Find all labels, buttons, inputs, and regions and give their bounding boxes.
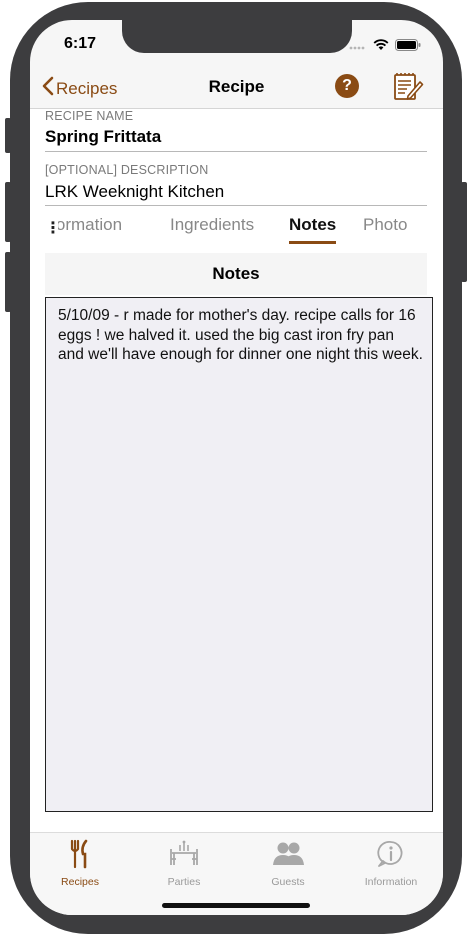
tab-photo[interactable]: Photo: [363, 215, 407, 235]
fork-knife-icon: [66, 839, 94, 873]
navigation-bar: Recipes Recipe ?: [30, 68, 443, 109]
dining-table-icon: [168, 840, 200, 873]
divider: [45, 151, 427, 152]
divider: [45, 205, 427, 206]
tab-bar-item-information[interactable]: Information: [341, 839, 441, 888]
battery-icon: [395, 38, 421, 56]
tab-notes[interactable]: Notes: [289, 215, 336, 235]
page-title: Recipe: [208, 77, 265, 96]
notes-header: Notes: [45, 253, 427, 295]
tab-bar-label: Recipes: [61, 876, 99, 888]
recipe-content: RECIPE NAME Spring Frittata [OPTIONAL] D…: [30, 109, 443, 833]
section-tabs: ⋮ Information Ingredients Notes Photo: [45, 209, 428, 245]
wifi-icon: [373, 38, 389, 56]
help-button[interactable]: ?: [335, 74, 359, 98]
notepad-button[interactable]: [392, 70, 424, 107]
volume-down-button: [5, 252, 11, 312]
tab-ingredients[interactable]: Ingredients: [170, 215, 254, 235]
tab-bar-item-guests[interactable]: Guests: [238, 839, 338, 888]
screen: 6:17 Recipes Recipe ? RECIPE NAME Spring…: [30, 20, 443, 915]
description-label: [OPTIONAL] DESCRIPTION: [45, 163, 209, 177]
tab-bar-label: Information: [364, 876, 418, 888]
mute-switch: [5, 118, 11, 153]
power-button: [461, 182, 467, 282]
recipe-name-field[interactable]: Spring Frittata: [45, 127, 161, 147]
notepad-icon: [392, 73, 424, 106]
recipe-name-label: RECIPE NAME: [45, 109, 134, 123]
tab-selection-indicator: [289, 241, 336, 244]
tab-bar-item-recipes[interactable]: Recipes: [30, 839, 130, 888]
tab-bar-label: Guests: [271, 876, 305, 888]
people-icon: [271, 842, 305, 873]
status-time: 6:17: [64, 35, 97, 52]
home-indicator: [162, 903, 310, 908]
signal-icon: [349, 38, 367, 56]
status-indicators: [349, 38, 421, 56]
notch: [122, 20, 352, 53]
info-bubble-icon: [376, 841, 406, 873]
description-field[interactable]: LRK Weeknight Kitchen: [45, 182, 224, 202]
notes-textarea[interactable]: 5/10/09 - r made for mother's day. recip…: [45, 297, 433, 812]
tab-bar-label: Parties: [167, 876, 201, 888]
tab-bar-item-parties[interactable]: Parties: [134, 839, 234, 888]
volume-up-button: [5, 182, 11, 242]
